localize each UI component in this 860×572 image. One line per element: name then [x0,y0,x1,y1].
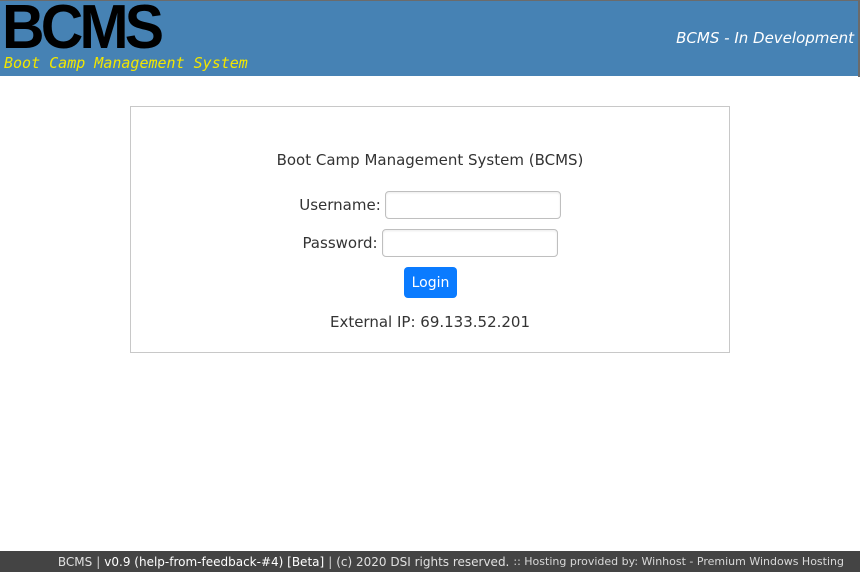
footer-separator: | [96,554,101,569]
login-button[interactable]: Login [404,267,457,298]
environment-label: BCMS - In Development [676,29,854,47]
footer-separator: | [328,554,333,569]
footer-version: v0.9 (help-from-feedback-#4) [Beta] [104,554,325,569]
external-ip: External IP: 69.133.52.201 [131,313,729,331]
external-ip-value: 69.133.52.201 [420,313,531,331]
page: BCMS Boot Camp Management System BCMS - … [0,0,860,572]
password-row: Password: [131,229,729,257]
tagline: Boot Camp Management System [4,54,248,72]
logo: BCMS [2,0,164,62]
external-ip-label: External IP: [329,313,416,331]
footer-hosting: :: Hosting provided by: Winhost - Premiu… [513,555,844,568]
password-label: Password: [302,234,378,252]
site-footer: BCMS | v0.9 (help-from-feedback-#4) [Bet… [0,551,860,572]
login-card: Boot Camp Management System (BCMS) Usern… [130,106,730,353]
footer-app-name: BCMS [57,554,93,569]
username-input[interactable] [384,191,561,219]
password-input[interactable] [381,229,558,257]
username-label: Username: [299,196,381,214]
username-row: Username: [131,191,729,219]
login-title: Boot Camp Management System (BCMS) [276,151,584,169]
site-header: BCMS Boot Camp Management System BCMS - … [0,0,860,77]
footer-copyright: (c) 2020 DSI rights reserved. [336,554,510,569]
